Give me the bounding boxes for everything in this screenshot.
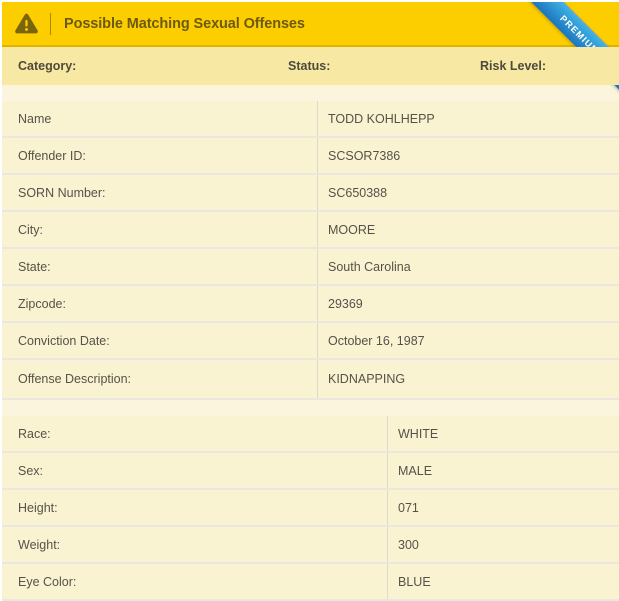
table-row: Conviction Date: October 16, 1987 [2, 323, 619, 360]
row-label: Eye Color: [2, 564, 388, 599]
offense-report-card: Possible Matching Sexual Offenses PREMIU… [2, 2, 619, 586]
table-row: City: MOORE [2, 212, 619, 249]
row-label: Offense Description: [2, 360, 318, 398]
table-row: Height: 071 [2, 490, 619, 527]
row-label: SORN Number: [2, 175, 318, 210]
table-row: Weight: 300 [2, 527, 619, 564]
table-row: Eye Color: BLUE [2, 564, 619, 601]
page-title: Possible Matching Sexual Offenses [64, 16, 305, 32]
category-label: Category: [18, 47, 76, 85]
row-label: Height: [2, 490, 388, 525]
warning-triangle-icon [15, 13, 38, 34]
row-value: 300 [388, 527, 619, 562]
row-label: Zipcode: [2, 286, 318, 321]
table-row: Zipcode: 29369 [2, 286, 619, 323]
table-row: Offender ID: SCSOR7386 [2, 138, 619, 175]
table-row: Race: WHITE [2, 416, 619, 453]
offense-details-table: Name TODD KOHLHEPP Offender ID: SCSOR738… [2, 101, 619, 400]
table-row: State: South Carolina [2, 249, 619, 286]
table-row: Name TODD KOHLHEPP [2, 101, 619, 138]
row-value: October 16, 1987 [318, 323, 619, 358]
header-divider [50, 13, 51, 35]
table-row: Offense Description: KIDNAPPING [2, 360, 619, 400]
row-label: Name [2, 101, 318, 136]
row-label: Weight: [2, 527, 388, 562]
row-label: Conviction Date: [2, 323, 318, 358]
row-value: SC650388 [318, 175, 619, 210]
row-value: South Carolina [318, 249, 619, 284]
row-label: State: [2, 249, 318, 284]
table-row: Sex: MALE [2, 453, 619, 490]
row-value: WHITE [388, 416, 619, 451]
table-row: SORN Number: SC650388 [2, 175, 619, 212]
row-value: 071 [388, 490, 619, 525]
row-value: TODD KOHLHEPP [318, 101, 619, 136]
row-label: Offender ID: [2, 138, 318, 173]
row-value: KIDNAPPING [318, 360, 619, 398]
row-label: Race: [2, 416, 388, 451]
row-label: Sex: [2, 453, 388, 488]
physical-description-table: Race: WHITE Sex: MALE Height: 071 Weight… [2, 416, 619, 601]
risk-level-label: Risk Level: [480, 47, 546, 85]
row-value: 29369 [318, 286, 619, 321]
row-value: BLUE [388, 564, 619, 599]
row-value: SCSOR7386 [318, 138, 619, 173]
summary-band: Category: Status: Risk Level: [2, 47, 619, 85]
row-value: MALE [388, 453, 619, 488]
row-value: MOORE [318, 212, 619, 247]
row-label: City: [2, 212, 318, 247]
status-label: Status: [288, 47, 330, 85]
